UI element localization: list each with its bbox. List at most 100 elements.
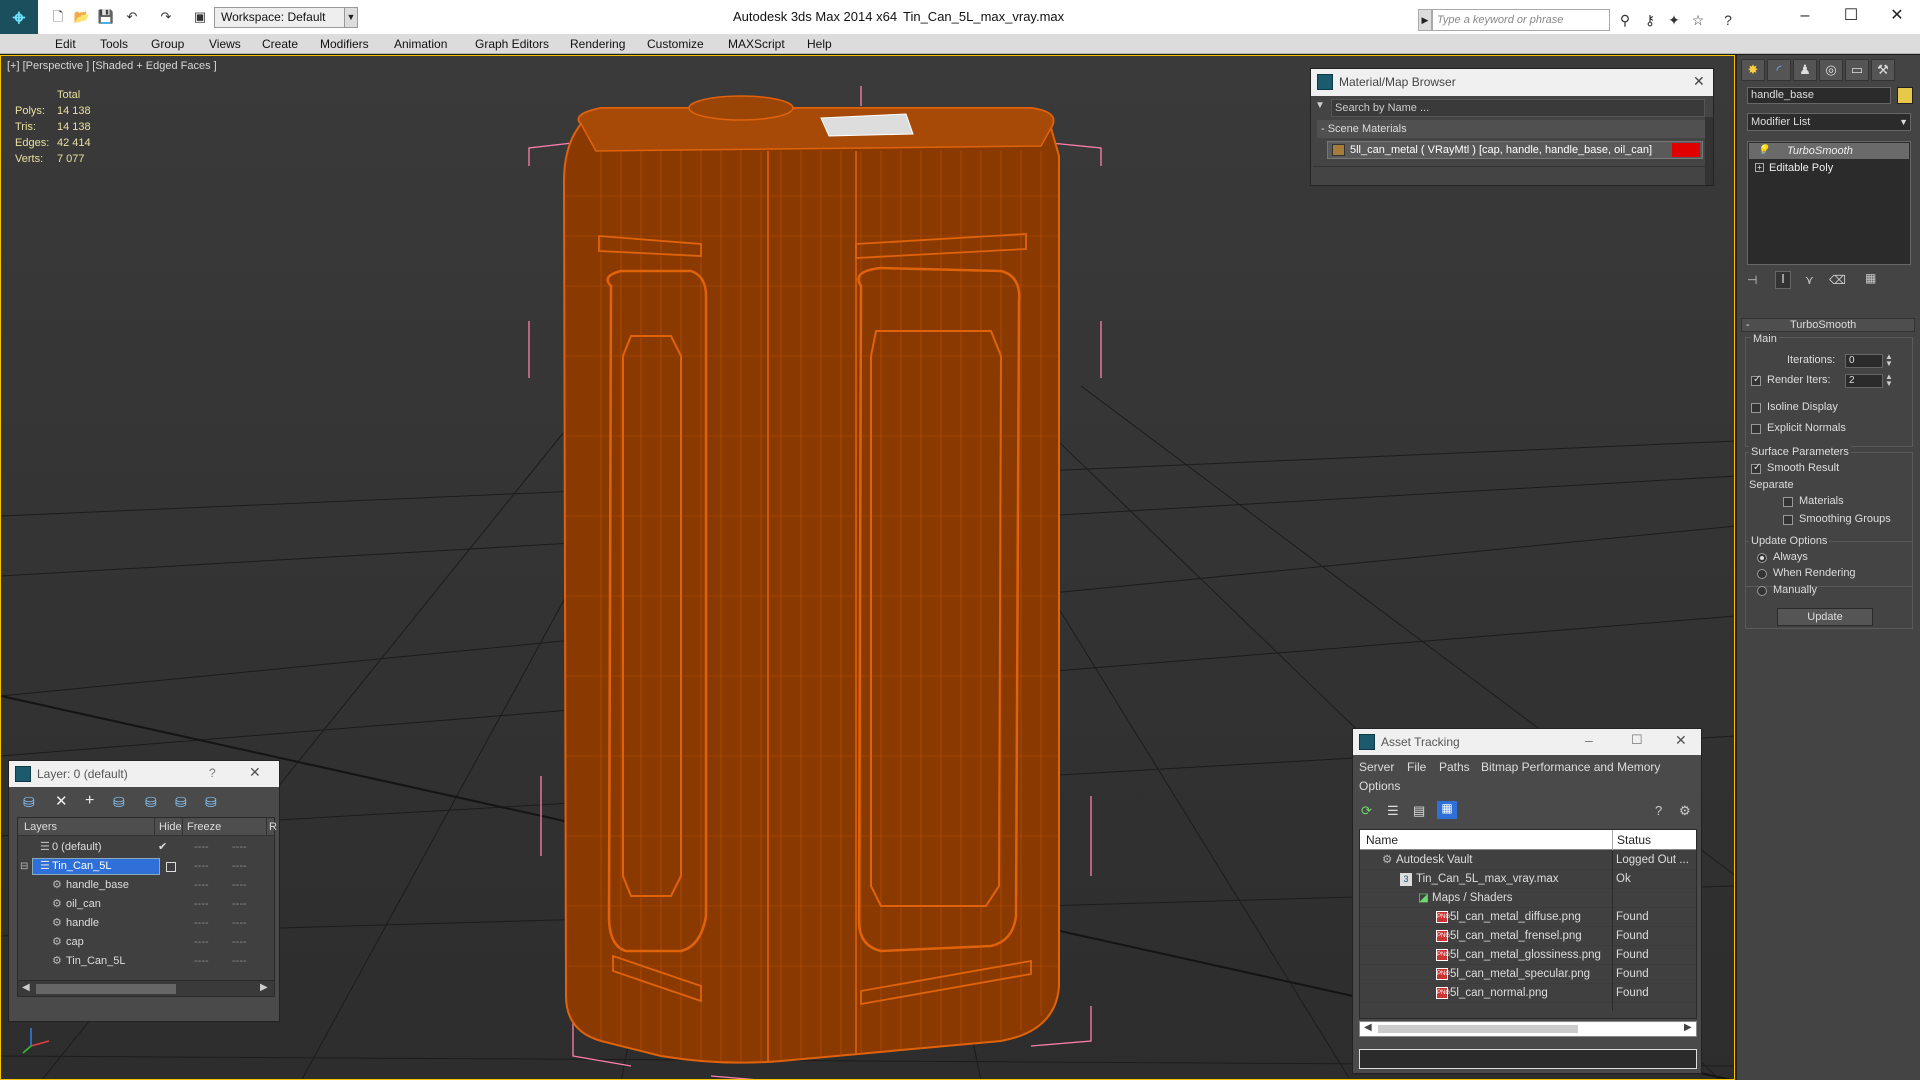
- asset-row[interactable]: PNG 5l_can_metal_specular.png Found: [1360, 965, 1696, 984]
- object-row-cap[interactable]: ⚙ cap ---- ----: [18, 933, 274, 952]
- create-layer-icon[interactable]: ⛁: [23, 794, 35, 811]
- remove-modifier-icon[interactable]: ⌫: [1829, 273, 1846, 287]
- asset-row[interactable]: ◪ Maps / Shaders: [1360, 889, 1696, 908]
- column-freeze[interactable]: Freeze: [182, 818, 221, 836]
- scene-materials-section[interactable]: - Scene Materials: [1317, 120, 1705, 138]
- tree-view-icon[interactable]: ▤: [1413, 803, 1425, 819]
- scrollbar-thumb[interactable]: [36, 984, 176, 994]
- menu-create[interactable]: Create: [262, 34, 298, 54]
- subscription-icon[interactable]: ⚷: [1640, 10, 1660, 30]
- select-objects-icon[interactable]: ⛁: [113, 794, 125, 811]
- asset-row[interactable]: PNG 5l_can_metal_frensel.png Found: [1360, 927, 1696, 946]
- workspace-dropdown-arrow-icon[interactable]: ▼: [344, 7, 358, 28]
- update-always-radio[interactable]: [1757, 553, 1767, 563]
- horizontal-scrollbar[interactable]: ◀ ▶: [1359, 1021, 1697, 1037]
- freeze-all-layers-icon[interactable]: ⛁: [205, 794, 217, 811]
- iterations-spinner[interactable]: 0: [1845, 354, 1883, 368]
- render-iters-spinner[interactable]: 2: [1845, 374, 1883, 388]
- column-status[interactable]: Status: [1612, 830, 1651, 850]
- refresh-icon[interactable]: ⟳: [1361, 803, 1372, 819]
- menu-help[interactable]: Help: [807, 34, 832, 54]
- maximize-button[interactable]: ☐: [1631, 732, 1643, 748]
- smoothing-groups-checkbox[interactable]: [1783, 515, 1793, 525]
- list-view-icon[interactable]: ☰: [1387, 803, 1399, 819]
- save-icon[interactable]: 💾: [96, 7, 116, 27]
- freeze-toggle[interactable]: ----: [232, 895, 247, 914]
- close-button[interactable]: ✕: [1874, 4, 1920, 28]
- stack-item-editable-poly[interactable]: + Editable Poly: [1749, 160, 1909, 176]
- hide-toggle[interactable]: ----: [194, 933, 209, 952]
- menu-paths[interactable]: Paths: [1439, 760, 1470, 774]
- explicit-normals-checkbox[interactable]: [1751, 424, 1761, 434]
- app-logo-icon[interactable]: ⌖: [0, 0, 38, 38]
- display-tab-icon[interactable]: ▭: [1845, 59, 1869, 81]
- minimize-button[interactable]: –: [1782, 4, 1828, 28]
- column-layers[interactable]: Layers: [24, 818, 57, 836]
- menu-edit[interactable]: Edit: [55, 34, 76, 54]
- redo-icon[interactable]: ↷: [156, 7, 176, 27]
- asset-tracking-titlebar[interactable]: Asset Tracking – ☐ ✕: [1353, 729, 1701, 755]
- freeze-toggle[interactable]: ----: [232, 933, 247, 952]
- object-row-tin-can[interactable]: ⚙ Tin_Can_5L ---- ----: [18, 952, 274, 971]
- hide-toggle[interactable]: ----: [194, 838, 209, 857]
- hierarchy-tab-icon[interactable]: ♟: [1793, 59, 1817, 81]
- asset-row[interactable]: ⚙ Autodesk Vault Logged Out ...: [1360, 851, 1696, 870]
- freeze-toggle[interactable]: ----: [232, 857, 247, 876]
- hide-toggle[interactable]: ----: [194, 914, 209, 933]
- object-color-swatch[interactable]: [1897, 87, 1913, 104]
- project-folder-icon[interactable]: ▣: [190, 7, 210, 27]
- help-icon[interactable]: ?: [1718, 10, 1738, 30]
- menu-graph-editors[interactable]: Graph Editors: [475, 34, 549, 54]
- spinner-arrows-icon[interactable]: ▲ ▼: [1885, 353, 1893, 368]
- search-input[interactable]: Type a keyword or phrase: [1432, 9, 1610, 31]
- scrollbar-thumb[interactable]: [1378, 1025, 1578, 1033]
- update-when-rendering-radio[interactable]: [1757, 569, 1767, 579]
- turbosmooth-rollout-header[interactable]: - TurboSmooth: [1741, 318, 1915, 332]
- asset-row[interactable]: 3 Tin_Can_5L_max_vray.max Ok: [1360, 870, 1696, 889]
- motion-tab-icon[interactable]: ◎: [1819, 59, 1843, 81]
- asset-path-field[interactable]: [1359, 1049, 1697, 1069]
- stack-item-turbosmooth[interactable]: 💡 TurboSmooth: [1749, 143, 1909, 159]
- table-view-icon[interactable]: ▦: [1437, 801, 1457, 819]
- close-icon[interactable]: ✕: [249, 764, 261, 781]
- material-search-input[interactable]: Search by Name ...: [1331, 99, 1705, 117]
- expand-icon[interactable]: +: [1755, 163, 1764, 172]
- column-name[interactable]: Name: [1366, 830, 1398, 850]
- modify-tab-icon[interactable]: ◜: [1767, 59, 1791, 81]
- render-iters-checkbox[interactable]: [1751, 374, 1761, 386]
- freeze-toggle[interactable]: ----: [232, 914, 247, 933]
- close-icon[interactable]: ✕: [1693, 73, 1705, 90]
- workspace-dropdown[interactable]: Workspace: Default: [214, 7, 358, 28]
- add-to-layer-icon[interactable]: +: [85, 792, 94, 810]
- make-current-checkbox[interactable]: [166, 862, 176, 872]
- object-row-handle-base[interactable]: ⚙ handle_base ---- ----: [18, 876, 274, 895]
- show-end-result-icon[interactable]: Ⅰ: [1775, 271, 1791, 289]
- smooth-result-checkbox[interactable]: [1751, 462, 1761, 474]
- settings-icon[interactable]: ⚙: [1679, 803, 1691, 819]
- make-unique-icon[interactable]: ⋎: [1805, 273, 1814, 287]
- scroll-right-icon[interactable]: ▶: [1684, 1022, 1692, 1033]
- menu-views[interactable]: Views: [209, 34, 241, 54]
- help-icon[interactable]: ?: [1655, 803, 1662, 818]
- hide-toggle[interactable]: ----: [194, 895, 209, 914]
- hide-all-layers-icon[interactable]: ⛁: [175, 794, 187, 811]
- scroll-right-icon[interactable]: ▶: [260, 982, 268, 993]
- hide-toggle[interactable]: ----: [194, 876, 209, 895]
- highlight-layer-icon[interactable]: ⛁: [145, 794, 157, 811]
- freeze-toggle[interactable]: ----: [232, 876, 247, 895]
- communication-icon[interactable]: ✦: [1664, 10, 1684, 30]
- hide-toggle[interactable]: ----: [194, 857, 209, 876]
- separate-materials-checkbox[interactable]: [1783, 497, 1793, 507]
- binoculars-icon[interactable]: ⚲: [1615, 10, 1635, 30]
- material-list-item[interactable]: 5ll_can_metal ( VRayMtl ) [cap, handle, …: [1327, 141, 1703, 159]
- column-hide[interactable]: Hide: [154, 818, 182, 836]
- menu-maxscript[interactable]: MAXScript: [728, 34, 785, 54]
- freeze-toggle[interactable]: ----: [232, 952, 247, 971]
- filter-options-icon[interactable]: ▼: [1315, 100, 1329, 116]
- menu-server[interactable]: Server: [1359, 760, 1394, 774]
- hide-toggle[interactable]: ----: [194, 952, 209, 971]
- layer-row-default[interactable]: ☰ 0 (default) ✔ ---- ----: [18, 838, 274, 857]
- modifier-list-dropdown[interactable]: Modifier List ▼: [1747, 113, 1911, 131]
- configure-modifier-sets-icon[interactable]: ▦: [1865, 271, 1876, 285]
- scroll-left-icon[interactable]: ◀: [1364, 1022, 1372, 1033]
